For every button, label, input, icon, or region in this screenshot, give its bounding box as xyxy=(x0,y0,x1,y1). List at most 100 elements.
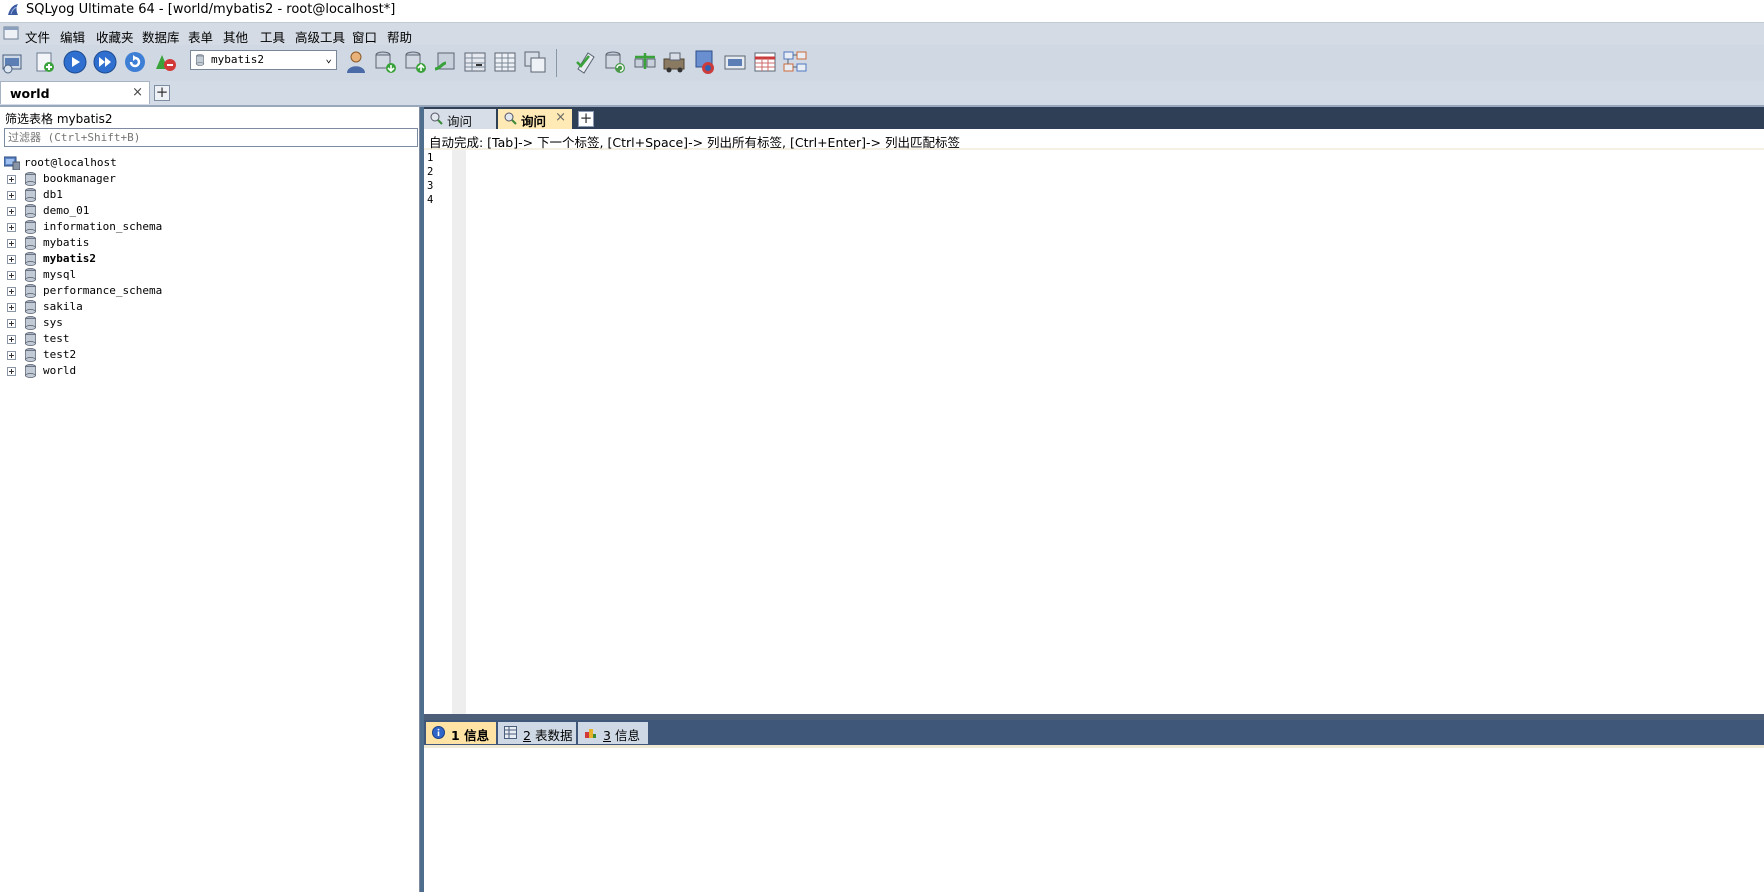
export-table-icon[interactable] xyxy=(462,49,488,75)
object-browser: 筛选表格 mybatis2 root@localhost bookmanager… xyxy=(0,107,420,892)
menu-favorites[interactable]: 收藏夹 xyxy=(96,27,134,46)
line-number: 4 xyxy=(427,194,434,206)
expand-plus-icon[interactable] xyxy=(7,223,16,232)
execute-all-icon[interactable] xyxy=(92,49,118,75)
tree-item-label: sys xyxy=(43,316,63,329)
result-tab-number: 3 xyxy=(603,728,611,743)
menu-table[interactable]: 表单 xyxy=(188,27,213,46)
chevron-down-icon: ⌄ xyxy=(325,52,332,65)
fold-margin xyxy=(452,150,466,714)
expand-plus-icon[interactable] xyxy=(7,271,16,280)
menu-advanced-tools[interactable]: 高级工具 xyxy=(295,27,345,46)
menu-tools[interactable]: 工具 xyxy=(260,27,285,46)
database-icon xyxy=(25,252,36,266)
result-tab-strip: 1 信息 2 表数据 3 信息 xyxy=(424,720,1764,748)
backup-db-icon[interactable] xyxy=(372,49,398,75)
tree-item-database[interactable]: demo_01 xyxy=(0,203,419,219)
tab-query-2[interactable]: 询问 × xyxy=(498,109,572,129)
new-query-icon[interactable] xyxy=(32,49,58,75)
tree-item-database[interactable]: mybatis xyxy=(0,235,419,251)
tree-item-database[interactable]: mybatis2 xyxy=(0,251,419,267)
tree-item-label: db1 xyxy=(43,188,63,201)
tree-item-database[interactable]: mysql xyxy=(0,267,419,283)
title-bar: SQLyog Ultimate 64 - [world/mybatis2 - r… xyxy=(0,0,1764,21)
import-external-icon[interactable] xyxy=(632,49,658,75)
tree-item-label: mybatis xyxy=(43,236,90,249)
expand-plus-icon[interactable] xyxy=(7,367,16,376)
tree-item-database[interactable]: bookmanager xyxy=(0,171,419,187)
expand-plus-icon[interactable] xyxy=(7,175,16,184)
tree-item-database[interactable]: world xyxy=(0,363,419,379)
execute-query-icon[interactable] xyxy=(62,49,88,75)
expand-plus-icon[interactable] xyxy=(7,319,16,328)
sql-formatter-icon[interactable] xyxy=(782,49,808,75)
toolbar-separator xyxy=(556,49,557,77)
query-icon xyxy=(430,112,443,125)
database-icon xyxy=(25,220,36,234)
autocomplete-hint-bar: 自动完成: [Tab]-> 下一个标签, [Ctrl+Space]-> 列出所有… xyxy=(424,130,1764,151)
expand-plus-icon[interactable] xyxy=(7,239,16,248)
expand-plus-icon[interactable] xyxy=(7,207,16,216)
connection-tab-label: world xyxy=(10,86,50,101)
tree-item-database[interactable]: information_schema xyxy=(0,219,419,235)
tree-item-database[interactable]: test xyxy=(0,331,419,347)
close-icon[interactable]: × xyxy=(132,85,143,100)
connection-tab-world[interactable]: world × xyxy=(0,81,150,104)
query-builder-icon[interactable] xyxy=(692,49,718,75)
expand-plus-icon[interactable] xyxy=(7,191,16,200)
query-icon xyxy=(504,112,517,125)
tree-item-database[interactable]: performance_schema xyxy=(0,283,419,299)
table-data-icon[interactable] xyxy=(492,49,518,75)
expand-plus-icon[interactable] xyxy=(7,335,16,344)
database-selector[interactable]: mybatis2 ⌄ xyxy=(190,50,337,70)
line-number-gutter: 1 2 3 4 xyxy=(424,150,452,714)
tab-result-messages[interactable]: 1 信息 xyxy=(426,722,496,744)
expand-plus-icon[interactable] xyxy=(7,351,16,360)
window-menu-icon[interactable] xyxy=(3,26,19,40)
info-icon xyxy=(432,726,445,739)
result-tab-number: 2 xyxy=(523,728,531,743)
scheduled-backup-icon[interactable] xyxy=(662,49,688,75)
tab-query-1[interactable]: 询问 xyxy=(424,109,496,129)
copy-table-icon[interactable] xyxy=(522,49,548,75)
add-connection-tab-button[interactable]: + xyxy=(154,85,170,101)
menu-help[interactable]: 帮助 xyxy=(387,27,412,46)
stop-icon[interactable] xyxy=(152,49,178,75)
schema-sync-icon[interactable] xyxy=(572,49,598,75)
menu-other[interactable]: 其他 xyxy=(223,27,248,46)
new-connection-icon[interactable] xyxy=(0,49,26,75)
tree-root-server[interactable]: root@localhost xyxy=(0,155,419,171)
menu-edit[interactable]: 编辑 xyxy=(60,27,85,46)
database-icon xyxy=(25,268,36,282)
tree-item-database[interactable]: sakila xyxy=(0,299,419,315)
sql-editor[interactable]: 1 2 3 4 xyxy=(424,150,1764,714)
tab-query-label: 询问 xyxy=(521,114,547,129)
filter-input[interactable] xyxy=(4,128,418,147)
schema-designer-icon[interactable] xyxy=(722,49,748,75)
report-icon[interactable] xyxy=(752,49,778,75)
data-sync-icon[interactable] xyxy=(602,49,628,75)
server-icon xyxy=(4,156,20,170)
refresh-icon[interactable] xyxy=(122,49,148,75)
expand-plus-icon[interactable] xyxy=(7,255,16,264)
menu-database[interactable]: 数据库 xyxy=(142,27,180,46)
menu-file[interactable]: 文件 xyxy=(25,27,50,46)
tree-item-label: bookmanager xyxy=(43,172,116,185)
expand-plus-icon[interactable] xyxy=(7,287,16,296)
user-manager-icon[interactable] xyxy=(343,49,369,75)
tab-result-info[interactable]: 3 信息 xyxy=(578,722,648,744)
add-query-tab-button[interactable]: + xyxy=(578,111,594,127)
tree-item-database[interactable]: sys xyxy=(0,315,419,331)
close-icon[interactable]: × xyxy=(555,110,566,125)
menu-window[interactable]: 窗口 xyxy=(352,27,377,46)
tab-result-table-data[interactable]: 2 表数据 xyxy=(498,722,576,744)
table-icon xyxy=(504,726,517,739)
import-icon[interactable] xyxy=(432,49,458,75)
expand-plus-icon[interactable] xyxy=(7,303,16,312)
database-icon xyxy=(196,54,204,66)
tree-item-database[interactable]: db1 xyxy=(0,187,419,203)
line-number: 2 xyxy=(427,166,434,178)
database-icon xyxy=(25,316,36,330)
restore-db-icon[interactable] xyxy=(402,49,428,75)
tree-item-database[interactable]: test2 xyxy=(0,347,419,363)
